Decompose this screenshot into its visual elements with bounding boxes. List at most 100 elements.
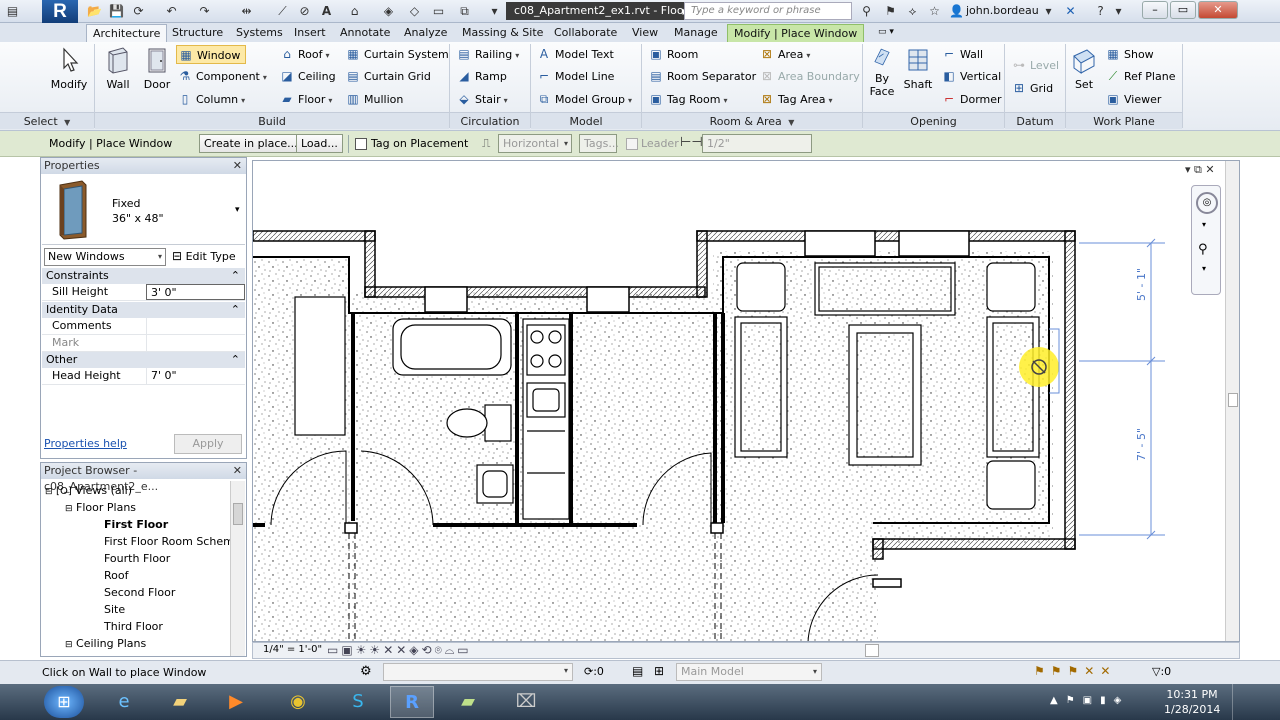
tree-views-all[interactable]: ⊟ [O] Views (all)	[45, 484, 132, 497]
grid-button[interactable]: ⊞ Grid	[1010, 79, 1062, 98]
room-separator-button[interactable]: ▤ Room Separator	[647, 67, 756, 86]
3d-view-icon[interactable]: ⌂	[346, 3, 363, 19]
customize-qat-icon[interactable]: ▾	[486, 3, 503, 19]
show-desktop-button[interactable]	[1232, 684, 1280, 720]
view-control-icons[interactable]: ▭▣☀☀✕✕◈⟲⌾⌓▭	[327, 643, 472, 658]
exchange-icon[interactable]: ✕	[1062, 3, 1079, 19]
search-input[interactable]: Type a keyword or phrase	[684, 2, 852, 20]
user-name[interactable]: john.bordeau	[966, 4, 1039, 17]
favorites-icon[interactable]: ☆	[926, 3, 943, 19]
tree-item-third-floor[interactable]: Third Floor	[104, 620, 163, 633]
curtain-grid-button[interactable]: ▤ Curtain Grid	[344, 67, 448, 86]
measure-icon[interactable]: ⇹	[238, 3, 255, 19]
view-scale[interactable]: 1/4" = 1'-0"	[263, 644, 322, 655]
model-line-button[interactable]: ⌐ Model Line	[535, 67, 639, 86]
dimension-icon[interactable]: ⟋	[274, 3, 291, 19]
model-select[interactable]: Main Model ▾	[676, 663, 822, 681]
tag-on-placement-checkbox[interactable]	[355, 138, 367, 150]
steering-wheel-icon[interactable]: ◎	[1196, 192, 1218, 214]
view-window-controls[interactable]: ▾ ⧉ ✕	[1185, 163, 1215, 177]
switch-windows-icon[interactable]: ⧉	[456, 3, 473, 19]
tree-ceiling-plans[interactable]: ⊟ Ceiling Plans	[65, 637, 146, 650]
create-in-place-button[interactable]: Create in place...	[199, 134, 303, 153]
head-height-row[interactable]: Head Height 7' 0"	[42, 368, 245, 385]
room-button[interactable]: ▣ Room	[647, 45, 755, 64]
skype-icon[interactable]: S	[336, 686, 380, 718]
tab-modify-place-window[interactable]: Modify | Place Window	[727, 24, 865, 42]
tag-area-button[interactable]: ⊠ Tag Area ▾	[758, 90, 858, 109]
tab-massing-site[interactable]: Massing & Site	[456, 24, 549, 42]
component-button[interactable]: ⚗ Component ▾	[176, 67, 274, 86]
door-button[interactable]: Door	[140, 46, 174, 91]
tab-systems[interactable]: Systems	[230, 24, 289, 42]
area-button[interactable]: ⊠ Area ▾	[758, 45, 858, 64]
user-dropdown-icon[interactable]: ▾	[1040, 3, 1057, 19]
mullion-button[interactable]: ▥ Mullion	[344, 90, 448, 109]
nav-dropdown-icon[interactable]: ▾	[1202, 220, 1206, 229]
head-height-field[interactable]: 7' 0"	[146, 368, 245, 384]
open-icon[interactable]: 📂	[86, 3, 103, 19]
shaft-button[interactable]: Shaft	[900, 46, 936, 91]
column-button[interactable]: ▯ Column ▾	[176, 90, 266, 109]
model-group-button[interactable]: ⧉ Model Group ▾	[535, 90, 639, 109]
ramp-button[interactable]: ◢ Ramp	[455, 67, 529, 86]
wall-opening-button[interactable]: ⌐ Wall	[940, 45, 1002, 64]
properties-close-icon[interactable]: ✕	[233, 158, 242, 174]
instance-filter-select[interactable]: New Windows ▾	[44, 248, 166, 266]
model-text-button[interactable]: A Model Text	[535, 45, 639, 64]
system-tray-icons[interactable]: ▲⚑▣▮◈	[1050, 695, 1129, 706]
minimize-button[interactable]: –	[1142, 1, 1168, 19]
redo-icon[interactable]: ↷	[196, 3, 213, 19]
railing-button[interactable]: ▤ Railing ▾	[455, 45, 529, 64]
wall-button[interactable]: Wall	[100, 46, 136, 91]
revit-taskbar-icon[interactable]: R	[390, 686, 434, 718]
load-button[interactable]: Load...	[296, 134, 343, 153]
tree-item-roof[interactable]: Roof	[104, 569, 128, 582]
tab-architecture[interactable]: Architecture	[86, 24, 168, 42]
thin-lines-icon[interactable]: ◇	[406, 3, 423, 19]
canvas-vertical-scrollbar[interactable]	[1225, 161, 1239, 641]
modify-button[interactable]: Modify	[48, 46, 90, 91]
design-options-icon[interactable]: ▤	[632, 664, 643, 678]
tab-insert[interactable]: Insert	[288, 24, 332, 42]
curtain-system-button[interactable]: ▦ Curtain System	[344, 45, 448, 64]
save-icon[interactable]: 💾	[108, 3, 125, 19]
help-icon[interactable]: ?	[1092, 3, 1109, 19]
horizontal-scroll-thumb[interactable]	[865, 644, 879, 657]
selection-option-icons[interactable]: ⚑⚑⚑✕✕	[1034, 664, 1116, 678]
sill-height-row[interactable]: Sill Height 3' 0"	[42, 284, 245, 301]
subscription-icon[interactable]: ⚑	[882, 3, 899, 19]
communication-icon[interactable]: ⟡	[904, 3, 921, 19]
undo-icon[interactable]: ↶	[163, 3, 180, 19]
floor-button[interactable]: ▰ Floor ▾	[278, 90, 340, 109]
filter-count[interactable]: ▽:0	[1152, 665, 1171, 678]
vertical-scroll-thumb[interactable]	[1228, 393, 1238, 407]
ribbon-minimize-toggle[interactable]: ▭ ▾	[872, 24, 900, 42]
ref-plane-button[interactable]: ⟋ Ref Plane	[1104, 67, 1184, 86]
clock-date[interactable]: 1/28/2014	[1164, 703, 1220, 716]
properties-help-link[interactable]: Properties help	[44, 437, 127, 450]
file-explorer-icon[interactable]: ▰	[158, 686, 202, 718]
tab-collaborate[interactable]: Collaborate	[548, 24, 623, 42]
section-other[interactable]: Other ⌃	[42, 352, 245, 368]
floor-plan-drawing[interactable]: 5' - 1" 7' - 5"	[253, 161, 1240, 642]
tag-icon[interactable]: ⊘	[296, 3, 313, 19]
panel-room-area[interactable]: Room & Area ▼	[642, 112, 862, 129]
type-selector[interactable]: Fixed 36" x 48" ▾	[42, 175, 245, 245]
close-hidden-icon[interactable]: ▭	[430, 3, 447, 19]
ceiling-button[interactable]: ◪ Ceiling	[278, 67, 340, 86]
tab-structure[interactable]: Structure	[166, 24, 229, 42]
browser-close-icon[interactable]: ✕	[233, 463, 242, 479]
set-button[interactable]: Set	[1068, 46, 1100, 91]
chrome-icon[interactable]: ◉	[276, 686, 320, 718]
close-button[interactable]: ✕	[1198, 1, 1238, 19]
comments-field[interactable]	[146, 318, 245, 334]
tree-item-first-floor[interactable]: First Floor	[104, 518, 168, 531]
media-player-icon[interactable]: ▶	[214, 686, 258, 718]
viewer-button[interactable]: ▣ Viewer	[1104, 90, 1184, 109]
binoculars-icon[interactable]: ⚲	[858, 3, 875, 19]
zoom-icon[interactable]: ⚲	[1198, 242, 1208, 257]
stair-button[interactable]: ⬙ Stair ▾	[455, 90, 529, 109]
workset-select[interactable]: ▾	[383, 663, 573, 681]
maximize-button[interactable]: ▭	[1170, 1, 1196, 19]
